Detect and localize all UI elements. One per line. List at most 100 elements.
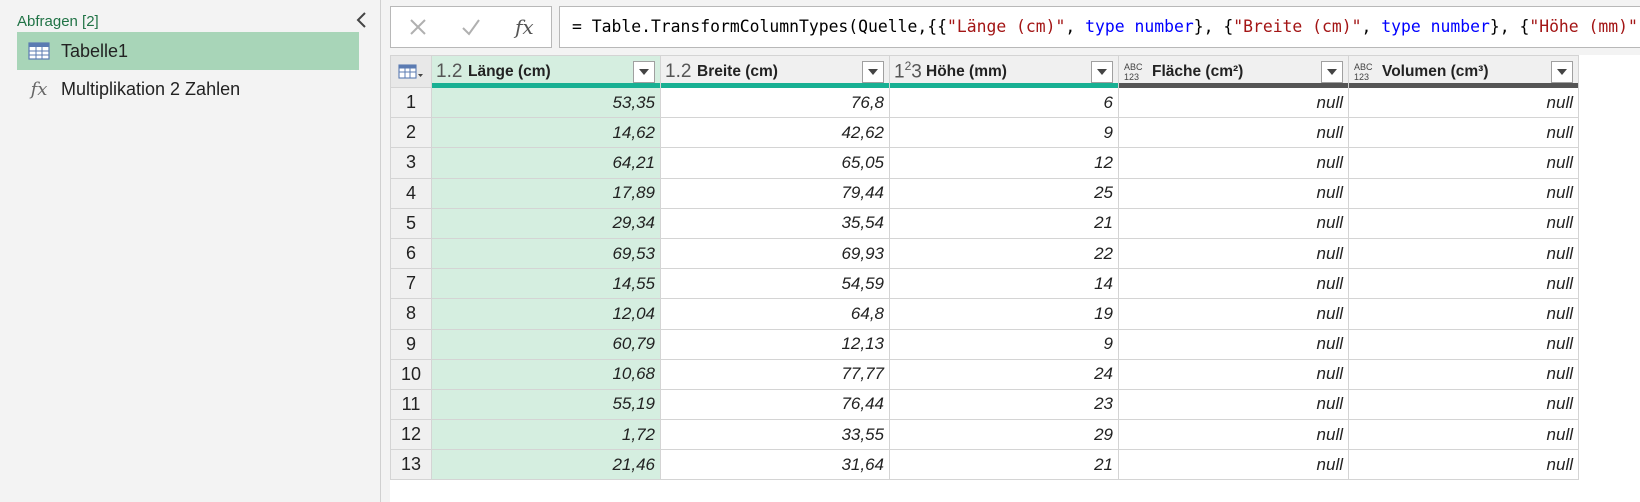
row-number[interactable]: 7 — [390, 268, 432, 300]
table-cell[interactable]: 53,35 — [431, 86, 661, 119]
table-cell[interactable]: 65,05 — [660, 147, 890, 179]
table-cell[interactable]: 12,13 — [660, 328, 890, 360]
table-cell[interactable]: null — [1118, 449, 1349, 481]
table-cell[interactable]: 76,44 — [660, 388, 890, 421]
filter-dropdown-button[interactable] — [1551, 60, 1573, 83]
table-cell[interactable]: 12,04 — [431, 298, 661, 330]
table-cell[interactable]: 69,93 — [660, 237, 890, 270]
table-cell[interactable]: 9 — [889, 117, 1119, 149]
table-cell[interactable]: 23 — [889, 388, 1119, 421]
table-cell[interactable]: null — [1118, 328, 1349, 360]
table-cell[interactable]: null — [1348, 388, 1579, 421]
table-cell[interactable]: 9 — [889, 328, 1119, 360]
table-cell[interactable]: 22 — [889, 237, 1119, 270]
row-number[interactable]: 10 — [390, 358, 432, 390]
table-cell[interactable]: 21 — [889, 207, 1119, 239]
query-item-tabelle1[interactable]: Tabelle1 — [17, 32, 359, 70]
table-cell[interactable]: null — [1348, 177, 1579, 209]
data-type-icon[interactable]: 1.2 — [665, 61, 697, 83]
table-cell[interactable]: 31,64 — [660, 449, 890, 481]
table-cell[interactable]: null — [1118, 268, 1349, 300]
data-type-icon[interactable]: 1.2 — [436, 61, 468, 83]
table-cell[interactable]: null — [1348, 147, 1579, 179]
filter-dropdown-button[interactable] — [1321, 60, 1343, 83]
table-cell[interactable]: null — [1118, 419, 1349, 451]
row-number[interactable]: 3 — [390, 147, 432, 179]
table-cell[interactable]: null — [1348, 268, 1579, 300]
row-number[interactable]: 13 — [390, 449, 432, 481]
table-cell[interactable]: null — [1348, 419, 1579, 451]
table-cell[interactable]: 14,55 — [431, 268, 661, 300]
row-number[interactable]: 5 — [390, 207, 432, 239]
table-cell[interactable]: null — [1118, 388, 1349, 421]
data-type-icon[interactable]: ABC 123 — [1124, 62, 1152, 82]
table-cell[interactable]: null — [1348, 449, 1579, 481]
row-number[interactable]: 4 — [390, 177, 432, 209]
table-cell[interactable]: 14 — [889, 268, 1119, 300]
table-cell[interactable]: null — [1118, 86, 1349, 119]
table-cell[interactable]: null — [1118, 147, 1349, 179]
filter-dropdown-button[interactable] — [1091, 60, 1113, 83]
table-cell[interactable]: 54,59 — [660, 268, 890, 300]
table-cell[interactable]: null — [1348, 237, 1579, 270]
table-cell[interactable]: 12 — [889, 147, 1119, 179]
table-cell[interactable]: null — [1348, 86, 1579, 119]
table-cell[interactable]: 42,62 — [660, 117, 890, 149]
table-cell[interactable]: null — [1348, 207, 1579, 239]
table-cell[interactable]: 6 — [889, 86, 1119, 119]
query-item-multiplikation[interactable]: fx Multiplikation 2 Zahlen — [17, 70, 359, 108]
data-type-icon[interactable]: ABC 123 — [1354, 62, 1382, 82]
filter-dropdown-button[interactable] — [633, 60, 655, 83]
table-cell[interactable]: 24 — [889, 358, 1119, 390]
table-cell[interactable]: null — [1348, 298, 1579, 330]
table-cell[interactable]: null — [1118, 358, 1349, 390]
table-cell[interactable]: 19 — [889, 298, 1119, 330]
table-menu-button[interactable] — [390, 55, 432, 88]
cancel-button[interactable] — [391, 7, 444, 47]
table-cell[interactable]: null — [1348, 117, 1579, 149]
table-cell[interactable]: 64,21 — [431, 147, 661, 179]
table-cell[interactable]: null — [1118, 207, 1349, 239]
table-cell[interactable]: 29 — [889, 419, 1119, 451]
collapse-pane-button[interactable] — [352, 9, 372, 31]
column-header[interactable]: 1.2 Breite (cm) — [660, 55, 890, 88]
formula-input[interactable]: = Table.TransformColumnTypes(Quelle,{{"L… — [559, 6, 1640, 48]
table-cell[interactable]: 25 — [889, 177, 1119, 209]
column-header[interactable]: 1.2 Länge (cm) — [431, 55, 661, 88]
table-cell[interactable]: null — [1118, 237, 1349, 270]
row-number[interactable]: 2 — [390, 117, 432, 149]
table-cell[interactable]: 10,68 — [431, 358, 661, 390]
table-cell[interactable]: 33,55 — [660, 419, 890, 451]
table-cell[interactable]: 64,8 — [660, 298, 890, 330]
table-cell[interactable]: 29,34 — [431, 207, 661, 239]
table-cell[interactable]: 35,54 — [660, 207, 890, 239]
column-header[interactable]: ABC 123 Volumen (cm³) — [1348, 55, 1579, 88]
row-number[interactable]: 9 — [390, 328, 432, 360]
row-number[interactable]: 1 — [390, 86, 432, 119]
column-header[interactable]: 123 Höhe (mm) — [889, 55, 1119, 88]
table-cell[interactable]: 21 — [889, 449, 1119, 481]
table-cell[interactable]: null — [1348, 358, 1579, 390]
row-number[interactable]: 12 — [390, 419, 432, 451]
row-number[interactable]: 8 — [390, 298, 432, 330]
table-cell[interactable]: 76,8 — [660, 86, 890, 119]
table-cell[interactable]: 69,53 — [431, 237, 661, 270]
table-cell[interactable]: null — [1118, 298, 1349, 330]
table-cell[interactable]: 79,44 — [660, 177, 890, 209]
table-cell[interactable]: 55,19 — [431, 388, 661, 421]
table-cell[interactable]: null — [1118, 117, 1349, 149]
column-header[interactable]: ABC 123 Fläche (cm²) — [1118, 55, 1349, 88]
table-cell[interactable]: 21,46 — [431, 449, 661, 481]
table-cell[interactable]: 14,62 — [431, 117, 661, 149]
table-cell[interactable]: 1,72 — [431, 419, 661, 451]
row-number[interactable]: 6 — [390, 237, 432, 270]
row-number[interactable]: 11 — [390, 388, 432, 421]
table-cell[interactable]: 17,89 — [431, 177, 661, 209]
confirm-button[interactable] — [444, 7, 497, 47]
data-type-icon[interactable]: 123 — [894, 59, 926, 83]
insert-function-button[interactable]: fx — [498, 7, 551, 47]
table-cell[interactable]: null — [1348, 328, 1579, 360]
table-cell[interactable]: null — [1118, 177, 1349, 209]
table-cell[interactable]: 60,79 — [431, 328, 661, 360]
table-cell[interactable]: 77,77 — [660, 358, 890, 390]
